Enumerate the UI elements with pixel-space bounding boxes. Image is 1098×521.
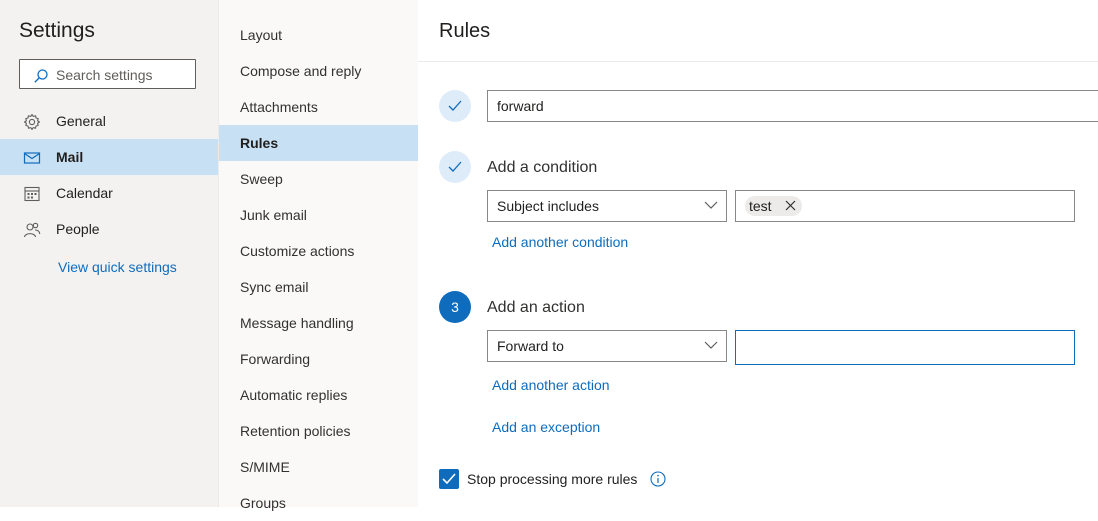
step-3-indicator: 3	[439, 291, 471, 323]
menu-item-rules[interactable]: Rules	[219, 125, 419, 161]
checkmark-icon	[448, 161, 462, 172]
menu-item-label: Sync email	[240, 279, 309, 295]
header-divider	[418, 61, 1098, 62]
rule-name-value: forward	[497, 98, 544, 114]
menu-item-label: Sweep	[240, 171, 283, 187]
menu-item-label: Compose and reply	[240, 63, 362, 79]
condition-value-input[interactable]: test	[735, 190, 1075, 222]
calendar-icon	[24, 186, 40, 202]
menu-item-message-handling[interactable]: Message handling	[219, 305, 419, 341]
menu-item-label: Groups	[240, 495, 286, 511]
nav-people[interactable]: People	[0, 211, 218, 247]
page-title: Rules	[439, 20, 491, 42]
mail-icon	[23, 152, 41, 164]
search-placeholder: Search settings	[56, 67, 153, 83]
nav-label: Calendar	[56, 185, 113, 201]
chevron-down-icon	[704, 341, 718, 349]
settings-pane: Settings Search settings General Mail Ca…	[0, 0, 218, 507]
chip-text: test	[749, 198, 772, 214]
menu-item-label: Message handling	[240, 315, 354, 331]
menu-item-attachments[interactable]: Attachments	[219, 89, 419, 125]
menu-item-customize-actions[interactable]: Customize actions	[219, 233, 419, 269]
checkmark-icon	[448, 100, 462, 111]
action-select-value: Forward to	[497, 338, 564, 354]
nav-label: General	[56, 113, 106, 129]
menu-item-label: Automatic replies	[240, 387, 348, 403]
rule-name-input[interactable]: forward	[487, 90, 1098, 122]
menu-item-forwarding[interactable]: Forwarding	[219, 341, 419, 377]
stop-processing-checkbox[interactable]	[439, 469, 459, 489]
chevron-down-icon	[704, 201, 718, 209]
condition-heading: Add a condition	[487, 159, 598, 176]
gear-icon	[23, 113, 41, 131]
menu-item-label: Junk email	[240, 207, 307, 223]
menu-item-label: Attachments	[240, 99, 318, 115]
step-1-complete	[439, 90, 471, 122]
add-another-action-link[interactable]: Add another action	[492, 377, 610, 393]
settings-title: Settings	[19, 19, 95, 42]
condition-value-chip: test	[745, 196, 802, 216]
stop-processing-label[interactable]: Stop processing more rules	[467, 471, 637, 487]
menu-item-label: Rules	[240, 135, 279, 151]
view-quick-settings-link[interactable]: View quick settings	[58, 259, 177, 275]
add-exception-link[interactable]: Add an exception	[492, 419, 600, 435]
menu-item-junk-email[interactable]: Junk email	[219, 197, 419, 233]
menu-item-groups[interactable]: Groups	[219, 485, 419, 521]
action-heading: Add an action	[487, 299, 585, 316]
rules-editor: Rules forward Add a condition Subject in…	[418, 0, 1098, 507]
nav-label: People	[56, 221, 100, 237]
info-icon[interactable]	[650, 471, 666, 487]
menu-item-label: Customize actions	[240, 243, 355, 259]
nav-general[interactable]: General	[0, 103, 218, 139]
nav-label: Mail	[56, 149, 84, 165]
menu-item-automatic-replies[interactable]: Automatic replies	[219, 377, 419, 413]
menu-item-sync-email[interactable]: Sync email	[219, 269, 419, 305]
close-icon[interactable]	[785, 200, 796, 211]
step-2-complete	[439, 151, 471, 183]
search-settings-input[interactable]: Search settings	[19, 59, 196, 89]
mail-settings-menu: Layout Compose and reply Attachments Rul…	[218, 0, 419, 511]
nav-mail[interactable]: Mail	[0, 139, 218, 175]
menu-item-compose-and-reply[interactable]: Compose and reply	[219, 53, 419, 89]
menu-item-label: S/MIME	[240, 459, 290, 475]
search-icon	[34, 69, 48, 83]
people-icon	[23, 222, 41, 238]
menu-item-sweep[interactable]: Sweep	[219, 161, 419, 197]
menu-item-label: Layout	[240, 27, 283, 43]
action-select[interactable]: Forward to	[487, 330, 727, 362]
condition-select-value: Subject includes	[497, 198, 599, 214]
menu-item-retention-policies[interactable]: Retention policies	[219, 413, 419, 449]
forward-to-input[interactable]	[735, 330, 1075, 365]
menu-item-label: Forwarding	[240, 351, 311, 367]
checkmark-icon	[442, 473, 456, 485]
condition-select[interactable]: Subject includes	[487, 190, 727, 222]
menu-item-label: Retention policies	[240, 423, 351, 439]
add-another-condition-link[interactable]: Add another condition	[492, 234, 628, 250]
nav-calendar[interactable]: Calendar	[0, 175, 218, 211]
menu-item-layout[interactable]: Layout	[219, 17, 419, 53]
menu-item-smime[interactable]: S/MIME	[219, 449, 419, 485]
